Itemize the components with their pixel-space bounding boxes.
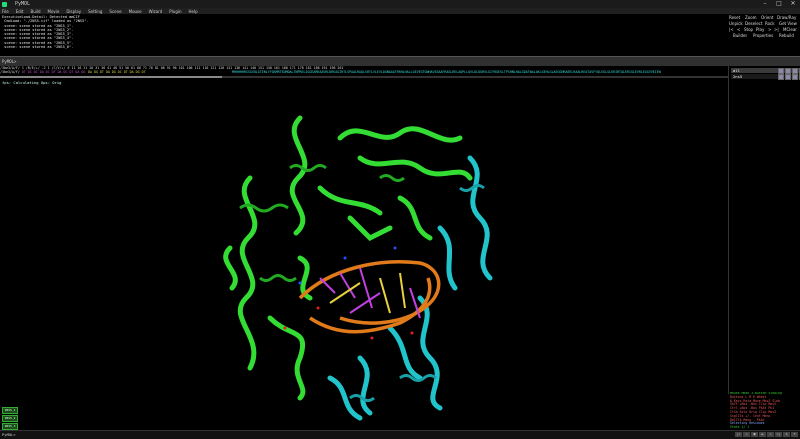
draw-ray-button[interactable]: Draw/Ray [777,15,796,20]
stop-icon[interactable]: ■ [751,432,758,437]
rock-button[interactable]: Rock [765,21,775,26]
title-bar: PyMOL – □ ✕ [0,0,800,8]
sequence-row-chain-c[interactable]: MHHHHHHSSGVDLGTENLYFQSMRTEDMDALTNPRELIGG… [232,70,661,74]
dna-strand-sequence[interactable]: DA DG DT DA DG DC DT DA DG DT [88,70,146,74]
forward-button[interactable]: > [768,27,771,32]
object-name[interactable]: all [733,68,740,73]
object-panel: all 2ns5 [728,66,800,394]
sequence-row-label: /3be3/A/F/ [0,70,20,74]
step-forward-icon[interactable]: > [767,432,774,437]
object-row-all[interactable]: all [731,68,800,74]
menu-plugin[interactable]: Plugin [169,9,181,14]
reset-button[interactable]: Reset [729,15,740,20]
show-button[interactable] [785,74,791,80]
rewind-icon[interactable]: |< [735,432,742,437]
scene-icon[interactable]: S [783,432,790,437]
play-button[interactable]: Play [756,27,764,32]
menu-display[interactable]: Display [66,9,81,14]
mclear-button[interactable]: MClear [783,27,797,32]
scene-button[interactable]: 2NS5_1 [2,407,18,414]
play-icon[interactable]: ▶ [759,432,766,437]
sequence-row-chain-a[interactable]: /3be3/A/F/ DT DC DC DA DC DT DA DC DT DA… [0,70,85,74]
orient-button[interactable]: Orient [761,15,773,20]
dna-strand-sequence[interactable]: DT DC DC DA DC DT DA DC DT DA DG [20,70,86,74]
sequence-row-chain-b[interactable]: DA DG DT DA DG DC DT DA DG DT [88,70,146,74]
close-button[interactable]: ✕ [786,0,800,8]
command-line[interactable]: PyMOL> [0,56,800,66]
3d-viewport[interactable]: fps: Calculating Ops: Orig [0,78,728,430]
bottom-command-prompt[interactable]: PyMOL> [2,432,16,437]
zoom-button[interactable]: Zoom [745,15,757,20]
get-view-button[interactable]: Get View [779,21,797,26]
menu-setting[interactable]: Setting [88,9,102,14]
menu-bar: File Edit Build Movie Display Setting Sc… [0,8,800,14]
deselect-button[interactable]: Deselect [745,21,762,26]
console-line: scene: scene stored as "2NS5_6". [2,45,74,50]
protein-chain-green [223,115,473,401]
scene-button[interactable]: 2NS5_2 [2,415,18,422]
menu-file[interactable]: File [2,9,9,14]
protein-sequence[interactable]: MHHHHHHSSGVDLGTENLYFQSMRTEDMDALTNPRELIGG… [232,70,661,74]
rebuild-button[interactable]: Rebuild [779,33,794,38]
menu-mouse[interactable]: Mouse [129,9,142,14]
minimize-button[interactable]: – [758,0,772,8]
back-button[interactable]: < [737,27,740,32]
window-controls: – □ ✕ [758,0,800,8]
object-name[interactable]: 2ns5 [733,74,742,79]
end-button[interactable]: >| [774,27,779,32]
unpick-button[interactable]: Unpick [729,21,743,26]
menu-scene[interactable]: Scene [109,9,121,14]
menu-wizard[interactable]: Wizard [149,9,163,14]
rewind-button[interactable]: |< [729,27,734,32]
maximize-button[interactable]: □ [772,0,786,8]
app-icon [2,1,7,7]
builder-button[interactable]: Builder [733,33,747,38]
menu-edit[interactable]: Edit [16,9,24,14]
molecule-render[interactable] [0,78,728,430]
action-button[interactable] [778,74,784,80]
menu-build[interactable]: Build [30,9,40,14]
console-output: ExecutiveLoad-Detail: Detected mmCIF Cmd… [2,15,720,55]
command-prompt: PyMOL> [2,59,17,64]
fullscreen-icon[interactable]: F [791,432,798,437]
menu-help[interactable]: Help [189,9,198,14]
scene-button[interactable]: 2NS5_3 [2,423,18,430]
properties-button[interactable]: Properties [753,33,773,38]
object-row-2ns5[interactable]: 2ns5 [731,74,800,80]
movie-controls: |< < ■ ▶ > >| S F [734,432,798,437]
stop-button[interactable]: Stop [744,27,753,32]
end-icon[interactable]: >| [775,432,782,437]
step-back-icon[interactable]: < [743,432,750,437]
sequence-viewer[interactable]: /3be3/A/F/ 1 /B/E/+/ -2 1 /C/V/+/ 6 11 1… [0,66,728,78]
hide-button[interactable] [792,74,798,80]
object-action-buttons [777,74,800,80]
scene-buttons: 2NS5_1 2NS5_2 2NS5_3 [2,407,18,431]
window-title: PyMOL [15,1,31,7]
menu-movie[interactable]: Movie [48,9,60,14]
control-panel: Reset Zoom Orient Draw/Ray Unpick Desele… [727,14,800,56]
